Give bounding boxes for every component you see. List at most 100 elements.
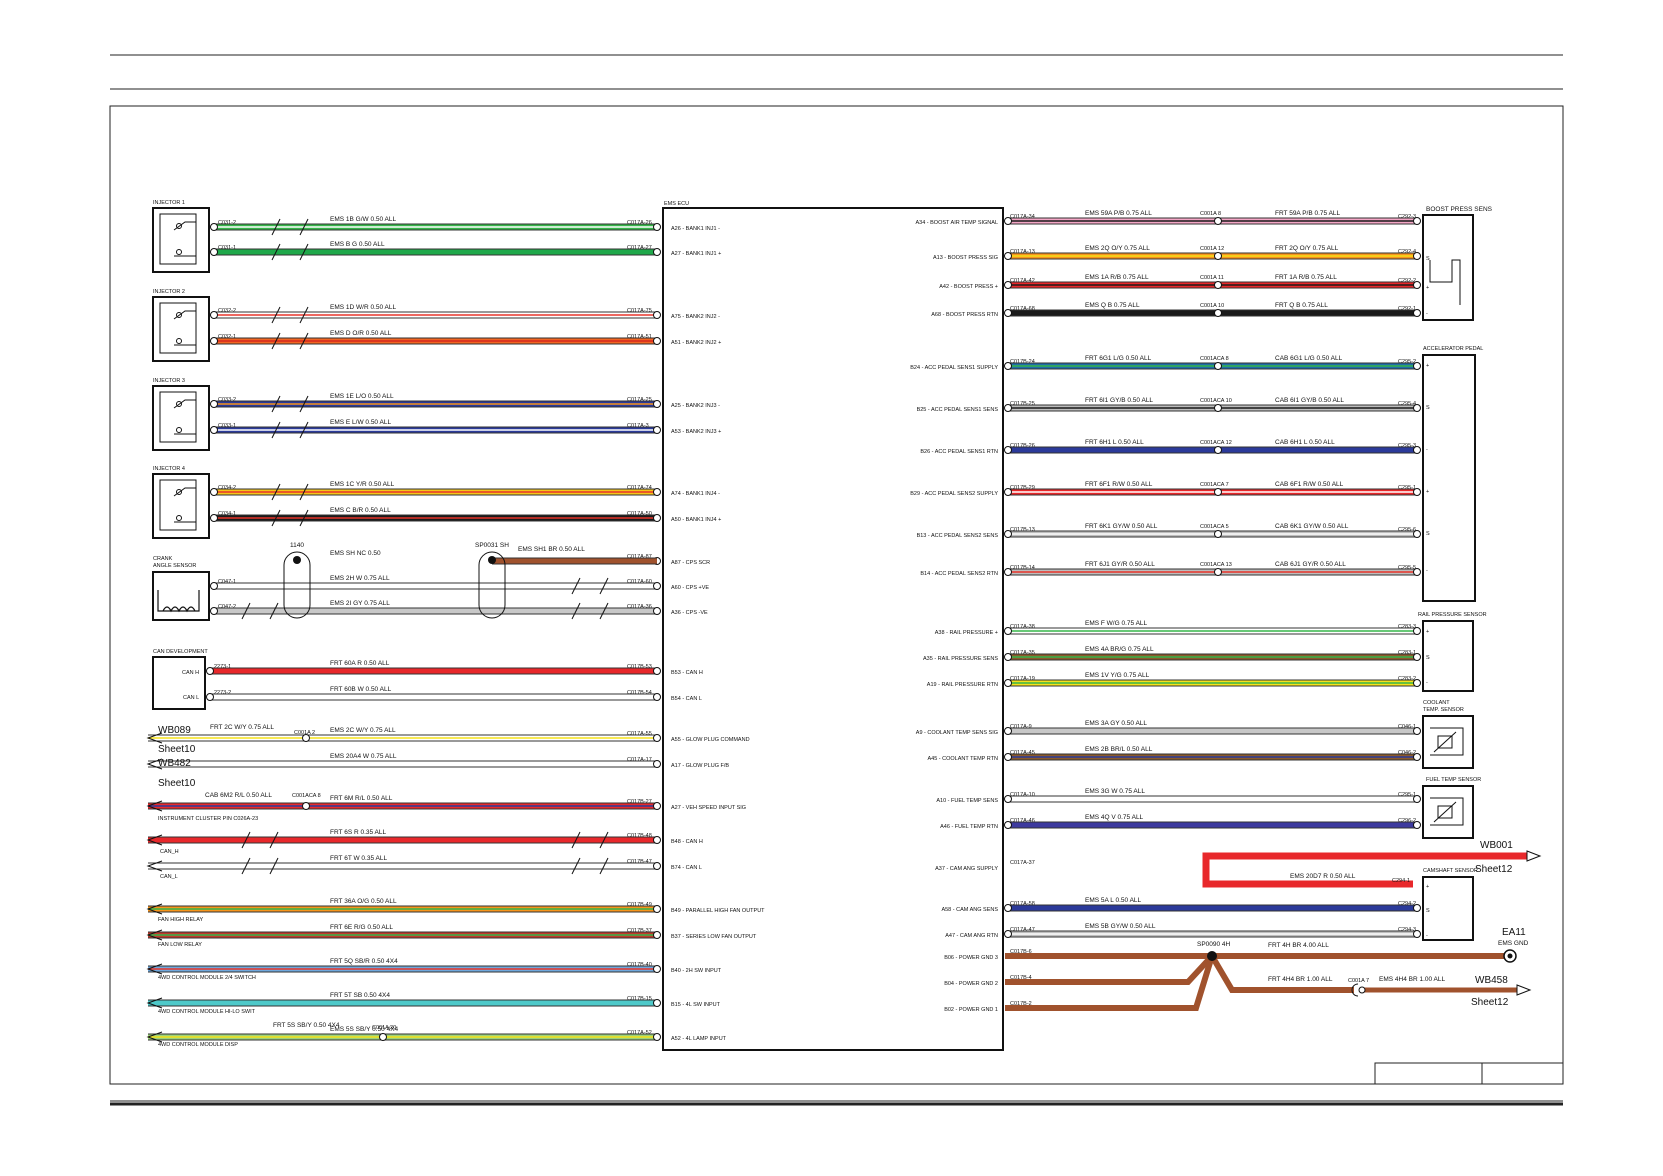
inline-connector-label: C001ACA 10 xyxy=(1200,398,1232,404)
ecu-connector-icon xyxy=(653,862,661,870)
ecu-connector-icon xyxy=(1004,653,1012,661)
ecu-connector-label: C017B-49 xyxy=(627,902,652,908)
ecu-connector-icon xyxy=(653,734,661,742)
c294-1-label: C294-1 xyxy=(1392,878,1410,884)
sp0090-dot xyxy=(1207,951,1217,961)
ecu-connector-icon xyxy=(653,905,661,913)
sensor-connector-label: C295-3 xyxy=(1398,443,1416,449)
camshaft-sensor: CAMSHAFT SENSOR + S - xyxy=(1422,868,1478,941)
frt-4h4-label: FRT 4H4 BR 1.00 ALL xyxy=(1268,976,1333,983)
sensor-connector-label: C292-4 xyxy=(1398,249,1416,255)
inline-connector-icon xyxy=(1214,568,1222,576)
wire-label: FRT 60A R 0.50 ALL xyxy=(330,660,390,667)
ecu-connector-label: C017A-74 xyxy=(627,485,652,491)
ecu-pin-label: A87 - CPS SCR xyxy=(671,560,710,566)
component-connector-label: C032-1 xyxy=(218,334,236,340)
boost-press-sensor: BOOST PRESS SENS S + - xyxy=(1422,206,1493,321)
component-connector-icon xyxy=(206,693,214,701)
ecu-connector-label: C017B-15 xyxy=(627,996,652,1002)
wire-label: EMS C B/R 0.50 ALL xyxy=(330,507,391,514)
wire-label: CAB 6F1 R/W 0.50 ALL xyxy=(1275,481,1344,488)
accelerator-pedal-box xyxy=(1422,354,1476,602)
ecu-connector-icon xyxy=(1004,679,1012,687)
ecu-connector-icon xyxy=(1004,568,1012,576)
rail-pressure-sensor: RAIL PRESSURE SENSOR + S - xyxy=(1418,612,1487,692)
4wd-2-4-switch-label: 4WD CONTROL MODULE 2/4 SWITCH xyxy=(158,975,256,981)
ground-icon xyxy=(1507,953,1513,959)
inline-connector-icon xyxy=(1214,252,1222,260)
wb458-label: WB458 xyxy=(1475,975,1508,986)
sheet10-label: Sheet10 xyxy=(158,778,196,789)
ecu-pin-label: B15 - 4L SW INPUT xyxy=(671,1002,721,1008)
rail-pin-minus: - xyxy=(1426,680,1428,686)
component-connector-icon xyxy=(210,488,218,496)
sensor-connector-label: C296-2 xyxy=(1398,818,1416,824)
ecu-pin-label: A74 - BANK1 INJ4 - xyxy=(671,491,720,497)
component-connector-label: C033-1 xyxy=(218,423,236,429)
ecu-connector-icon xyxy=(1004,530,1012,538)
crank-sensor-box xyxy=(152,571,210,621)
wire-label: FRT 6H1 L 0.50 ALL xyxy=(1085,439,1144,446)
sensor-connector-label: C295-6 xyxy=(1398,527,1416,533)
sensor-connector-label: C283-1 xyxy=(1398,650,1416,656)
ecu-connector-icon xyxy=(1004,362,1012,370)
ecu-connector-label: C017A-36 xyxy=(627,604,652,610)
ecu-pin-label: A60 - CPS +VE xyxy=(671,585,709,591)
injector-2: INJECTOR 2 xyxy=(152,289,210,362)
ems-4h4-label: EMS 4H4 BR 1.00 ALL xyxy=(1379,976,1446,983)
ecu-connector-icon xyxy=(1004,309,1012,317)
accel-pin-s: S xyxy=(1426,405,1430,411)
accel-pin-s: S xyxy=(1426,531,1430,537)
ecu-pin-label: A53 - BANK2 INJ3 + xyxy=(671,429,721,435)
ecu-pin-label: A46 - FUEL TEMP RTN xyxy=(940,824,998,830)
sensor-connector-label: C046-1 xyxy=(1398,724,1416,730)
ems-ecu-title: EMS ECU xyxy=(664,201,689,207)
wire-label: FRT 6K1 GY/W 0.50 ALL xyxy=(1085,523,1158,530)
ecu-pin-label: A35 - RAIL PRESSURE SENS xyxy=(923,656,998,662)
ecu-connector-label: C017A-37 xyxy=(1010,860,1035,866)
ecu-connector-label: C017A-26 xyxy=(627,220,652,226)
frt-5s-wire-label: FRT 5S SB/Y 0.50 4X4 xyxy=(273,1022,340,1029)
wire-label: EMS 4A BR/G 0.75 ALL xyxy=(1085,646,1154,653)
frt-4h-label: FRT 4H BR 4.00 ALL xyxy=(1268,942,1329,949)
component-connector-icon xyxy=(210,223,218,231)
ecu-pin-label: B02 - POWER GND 1 xyxy=(944,1007,998,1013)
instrument-cluster-label: INSTRUMENT CLUSTER PIN C026A-23 xyxy=(158,816,258,822)
ecu-pin-label: B74 - CAN L xyxy=(671,865,702,871)
inline-connector-icon xyxy=(1214,281,1222,289)
ecu-pin-label: A58 - CAM ANG SENS xyxy=(941,907,998,913)
ecu-connector-label: C017A-55 xyxy=(627,731,652,737)
inline-connector-icon xyxy=(1214,309,1222,317)
c001aca8-label: C001ACA 8 xyxy=(292,793,321,799)
ecu-connector-label: C017A-25 xyxy=(627,397,652,403)
ecu-pin-label: A52 - 4L LAMP INPUT xyxy=(671,1036,727,1042)
wire-label: EMS 2I GY 0.75 ALL xyxy=(330,600,390,607)
ecu-connector-icon xyxy=(653,836,661,844)
ecu-pin-label: B54 - CAN L xyxy=(671,696,702,702)
camshaft-sensor-label: CAMSHAFT SENSOR xyxy=(1423,868,1478,874)
wire-label: FRT Q B 0.75 ALL xyxy=(1275,302,1328,309)
ecu-connector-icon xyxy=(1004,795,1012,803)
c001a2-label: C001A 2 xyxy=(294,730,315,736)
injector-2-box xyxy=(152,296,210,362)
wire-label: FRT 6S R 0.35 ALL xyxy=(330,829,387,836)
boost-pin-s: S xyxy=(1426,256,1430,262)
cam-pin-s: S xyxy=(1426,908,1430,914)
ecu-pin-label: A27 - BANK1 INJ1 + xyxy=(671,251,721,257)
gnd-wire-2 xyxy=(1005,953,1215,985)
ecu-pin-label: A19 - RAIL PRESSURE RTN xyxy=(927,682,998,688)
wire-label: FRT 6M R/L 0.50 ALL xyxy=(330,795,393,802)
ecu-pin-label: A45 - COOLANT TEMP RTN xyxy=(927,756,998,762)
ea11-label: EA11 xyxy=(1502,927,1526,938)
ecu-pin-label: B14 - ACC PEDAL SENS2 RTN xyxy=(920,571,998,577)
wire-label: FRT 6G1 L/G 0.50 ALL xyxy=(1085,355,1152,362)
ecu-pin-label: A51 - BANK2 INJ2 + xyxy=(671,340,721,346)
wire-label: EMS 1A R/B 0.75 ALL xyxy=(1085,274,1149,281)
component-connector-label: C034-2 xyxy=(218,485,236,491)
inline-connector-icon xyxy=(1214,488,1222,496)
crank-angle-sensor: CRANK ANGLE SENSOR xyxy=(152,556,210,621)
wire-label: CAB 6J1 GY/R 0.50 ALL xyxy=(1275,561,1346,568)
wire-label: FRT 2Q O/Y 0.75 ALL xyxy=(1275,245,1339,252)
wire-label: EMS SH NC 0.50 xyxy=(330,550,381,557)
wb089-label: WB089 xyxy=(158,725,191,736)
